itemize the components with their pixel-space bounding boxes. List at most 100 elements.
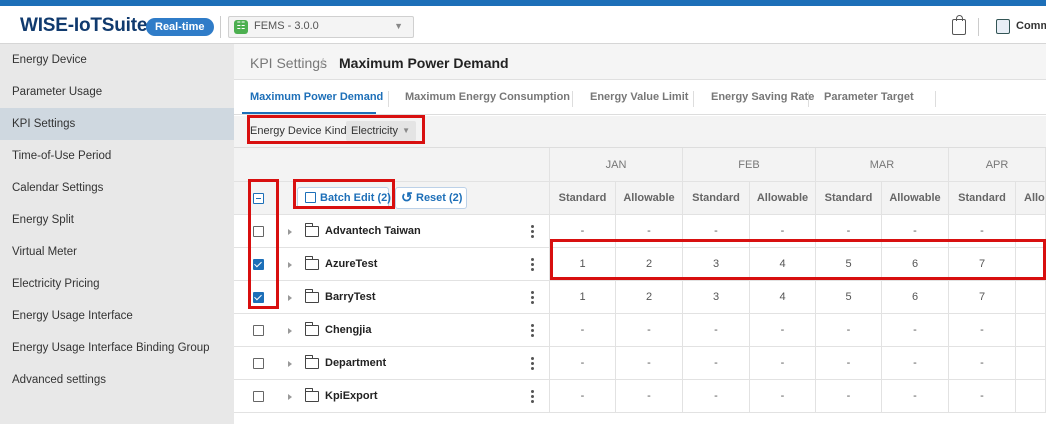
sidebar-item-kpi-settings[interactable]: KPI Settings [0,108,234,140]
sidebar-item-virtual-meter[interactable]: Virtual Meter [0,236,234,268]
table-cell[interactable] [1016,281,1046,314]
table-cell[interactable] [1016,215,1046,248]
table-cell[interactable]: - [616,347,683,380]
tab-energy-value-limit[interactable]: Energy Value Limit [590,91,688,103]
table-cell[interactable]: 7 [949,248,1016,281]
sidebar-item-energy-device[interactable]: Energy Device [0,44,234,76]
table-cell[interactable]: 1 [550,281,616,314]
more-options-icon[interactable] [531,291,534,305]
table-cell[interactable]: - [882,215,949,248]
table-cell[interactable]: 5 [816,281,882,314]
more-options-icon[interactable] [531,225,534,239]
sidebar-item-energy-split[interactable]: Energy Split [0,204,234,236]
table-cell[interactable]: 7 [949,281,1016,314]
row-checkbox[interactable] [253,226,264,237]
table-cell[interactable] [1016,248,1046,281]
more-options-icon[interactable] [531,324,534,338]
expand-caret-icon[interactable] [288,361,292,367]
breadcrumb-parent[interactable]: KPI Settings [250,55,327,71]
tab-parameter-target[interactable]: Parameter Target [824,91,914,103]
expand-caret-icon[interactable] [288,295,292,301]
table-cell[interactable]: - [550,314,616,347]
sidebar-item-time-of-use-period[interactable]: Time-of-Use Period [0,140,234,172]
shopping-bag-icon[interactable] [952,15,966,35]
row-checkbox[interactable] [253,325,264,336]
expand-caret-icon[interactable] [288,229,292,235]
sidebar-item-calendar-settings[interactable]: Calendar Settings [0,172,234,204]
sidebar-item-advanced-settings[interactable]: Advanced settings [0,364,234,396]
table-cell[interactable]: - [816,314,882,347]
table-cell[interactable]: - [750,380,816,413]
app-icon: ☷ [234,20,248,34]
sidebar-item-energy-usage-interface-binding-group[interactable]: Energy Usage Interface Binding Group [0,332,234,364]
table-cell[interactable]: 3 [683,248,750,281]
table-cell[interactable]: - [750,215,816,248]
tab-maximum-power-demand[interactable]: Maximum Power Demand [250,91,383,103]
table-cell[interactable]: - [683,314,750,347]
table-cell[interactable]: 5 [816,248,882,281]
table-row [234,380,550,413]
table-cell[interactable]: - [882,314,949,347]
app-version-select[interactable]: ☷ FEMS - 3.0.0 ▼ [228,16,414,38]
column-header-allo: Allo [1016,182,1046,215]
more-options-icon[interactable] [531,390,534,404]
table-cell[interactable]: 6 [882,281,949,314]
table-cell[interactable]: - [616,215,683,248]
table-cell[interactable]: - [750,347,816,380]
active-tab-underline [242,112,376,114]
row-checkbox[interactable] [253,391,264,402]
table-cell[interactable] [1016,314,1046,347]
table-cell[interactable]: - [882,347,949,380]
table-cell[interactable]: - [949,314,1016,347]
table-cell[interactable]: - [616,380,683,413]
table-cell[interactable]: - [816,380,882,413]
reset-button[interactable]: ↺ Reset (2) [395,187,467,209]
table-cell[interactable]: - [683,215,750,248]
sidebar-item-energy-usage-interface[interactable]: Energy Usage Interface [0,300,234,332]
table-cell[interactable]: 1 [550,248,616,281]
table-cell[interactable]: - [683,347,750,380]
breadcrumb-separator: / [320,55,324,71]
community-icon[interactable] [996,19,1010,34]
table-cell[interactable]: - [616,314,683,347]
table-cell[interactable]: - [949,215,1016,248]
tab-separator [572,91,573,107]
chevron-down-icon: ▼ [394,21,403,31]
sidebar-item-parameter-usage[interactable]: Parameter Usage [0,76,234,108]
table-cell[interactable]: - [550,380,616,413]
tab-maximum-energy-consumption[interactable]: Maximum Energy Consumption [405,91,570,103]
table-cell[interactable]: 4 [750,281,816,314]
row-name: Advantech Taiwan [325,225,421,237]
table-cell[interactable]: - [550,215,616,248]
energy-device-kind-select[interactable]: Electricity ▼ [346,121,417,141]
table-cell[interactable]: - [683,380,750,413]
table-cell[interactable] [1016,347,1046,380]
row-checkbox[interactable] [253,259,264,270]
table-cell[interactable]: - [750,314,816,347]
table-cell[interactable]: 3 [683,281,750,314]
expand-caret-icon[interactable] [288,328,292,334]
kpi-grid: Batch Edit (2) ↺ Reset (2) JAN FEB MAR APR Stan… [234,148,1046,424]
row-checkbox[interactable] [253,358,264,369]
table-cell[interactable]: 2 [616,281,683,314]
sidebar-item-electricity-pricing[interactable]: Electricity Pricing [0,268,234,300]
expand-caret-icon[interactable] [288,262,292,268]
row-checkbox[interactable] [253,292,264,303]
expand-caret-icon[interactable] [288,394,292,400]
tab-energy-saving-rate[interactable]: Energy Saving Rate [711,91,814,103]
community-link[interactable]: Comm [1016,20,1046,32]
table-cell[interactable]: 6 [882,248,949,281]
table-cell[interactable]: - [816,215,882,248]
table-cell[interactable]: - [550,347,616,380]
table-cell[interactable]: - [949,380,1016,413]
more-options-icon[interactable] [531,357,534,371]
table-cell[interactable] [1016,380,1046,413]
table-cell[interactable]: - [949,347,1016,380]
batch-edit-button[interactable]: Batch Edit (2) [297,187,391,209]
table-cell[interactable]: - [816,347,882,380]
table-cell[interactable]: 2 [616,248,683,281]
more-options-icon[interactable] [531,258,534,272]
table-cell[interactable]: - [882,380,949,413]
table-cell[interactable]: 4 [750,248,816,281]
select-all-checkbox[interactable] [253,193,264,204]
